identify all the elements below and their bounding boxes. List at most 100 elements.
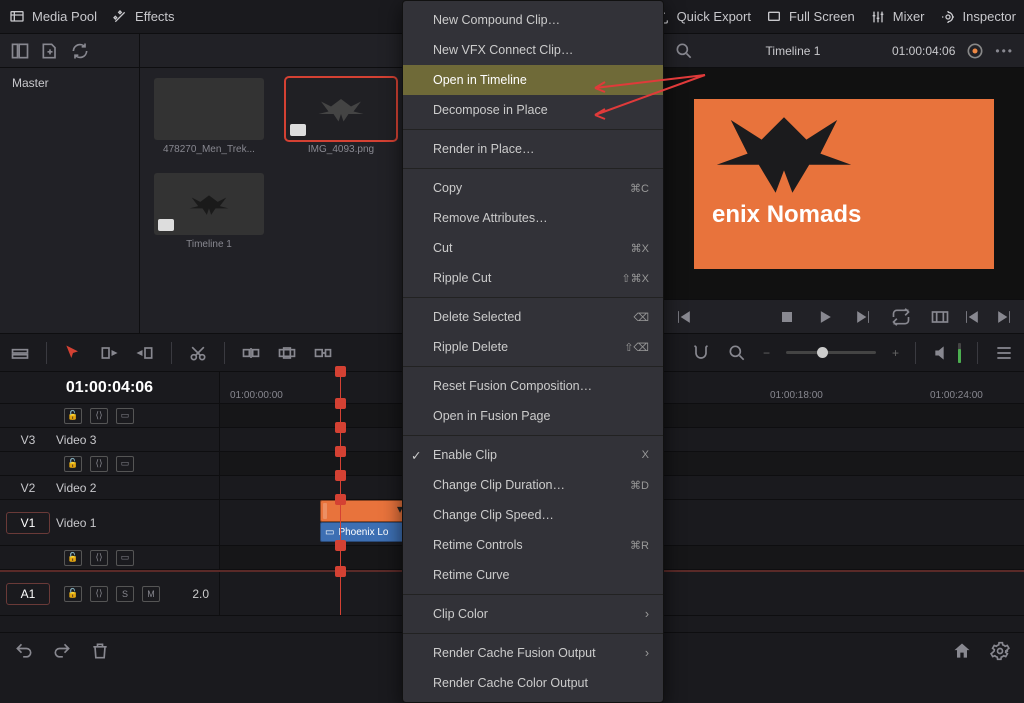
timeline-menu-icon[interactable]: [994, 343, 1014, 363]
speaker-icon: [932, 343, 952, 363]
track-index[interactable]: V3: [0, 428, 56, 451]
viewer-search-icon[interactable]: [674, 41, 694, 61]
bin-sidebar: Master: [0, 34, 140, 333]
clip-thumb[interactable]: IMG_4093.png: [286, 78, 396, 155]
track-index[interactable]: V1: [6, 512, 50, 534]
selection-tool-icon[interactable]: [63, 343, 83, 363]
menu-render-cache-color[interactable]: Render Cache Color Output: [403, 668, 663, 698]
track-name[interactable]: Video 3: [56, 433, 219, 447]
track-name[interactable]: Video 2: [56, 481, 219, 495]
menu-render-cache-fusion[interactable]: Render Cache Fusion Output›: [403, 638, 663, 668]
menu-ripple-cut[interactable]: Ripple Cut⇧⌘X: [403, 263, 663, 293]
menu-open-timeline[interactable]: Open in Timeline: [403, 65, 663, 95]
timeline-viewer: Timeline 1 01:00:04:06 ••• enix Nomads: [664, 34, 1024, 333]
menu-decompose[interactable]: Decompose in Place: [403, 95, 663, 125]
menu-open-fusion[interactable]: Open in Fusion Page: [403, 401, 663, 431]
menu-delete-selected[interactable]: Delete Selected⌫: [403, 302, 663, 332]
menu-retime-controls[interactable]: Retime Controls⌘R: [403, 530, 663, 560]
mute-button[interactable]: M: [142, 586, 160, 602]
stop-icon[interactable]: [777, 307, 797, 327]
inspector-icon: [939, 8, 957, 26]
prev-clip-icon[interactable]: [674, 307, 694, 327]
auto-select-icon[interactable]: ⟨⟩: [90, 408, 108, 424]
full-screen-button[interactable]: Full Screen: [765, 8, 855, 26]
inspector-toggle[interactable]: Inspector: [939, 8, 1016, 26]
auto-select-icon[interactable]: ⟨⟩: [90, 456, 108, 472]
mixer-toggle[interactable]: Mixer: [869, 8, 925, 26]
bin-master[interactable]: Master: [0, 68, 139, 98]
track-visible-icon[interactable]: ▭: [116, 408, 134, 424]
match-frame-icon[interactable]: [930, 307, 950, 327]
wand-icon: [111, 8, 129, 26]
timeline-current-tc[interactable]: 01:00:04:06: [0, 372, 220, 403]
home-icon[interactable]: [952, 641, 972, 661]
viewer-more-icon[interactable]: •••: [995, 44, 1014, 58]
sidebar-layout-icon[interactable]: [10, 41, 30, 61]
menu-retime-curve[interactable]: Retime Curve: [403, 560, 663, 590]
audio-level[interactable]: 2.0: [192, 587, 219, 601]
fullscreen-icon: [765, 8, 783, 26]
solo-button[interactable]: S: [116, 586, 134, 602]
mark-out-icon[interactable]: [994, 307, 1014, 327]
menu-change-duration[interactable]: Change Clip Duration…⌘D: [403, 470, 663, 500]
menu-render-in-place[interactable]: Render in Place…: [403, 134, 663, 164]
transport-bar: [664, 299, 1024, 333]
track-name[interactable]: Video 1: [56, 516, 219, 530]
media-pool-label: Media Pool: [32, 9, 97, 24]
menu-remove-attrs[interactable]: Remove Attributes…: [403, 203, 663, 233]
menu-copy[interactable]: Copy⌘C: [403, 173, 663, 203]
trash-icon[interactable]: [90, 641, 110, 661]
mark-in-icon[interactable]: [962, 307, 982, 327]
undo-icon[interactable]: [14, 641, 34, 661]
gear-icon[interactable]: [990, 641, 1010, 661]
menu-new-compound[interactable]: New Compound Clip…: [403, 5, 663, 35]
lock-icon[interactable]: 🔓: [64, 550, 82, 566]
next-clip-icon[interactable]: [853, 307, 873, 327]
menu-enable-clip[interactable]: ✓Enable ClipX: [403, 440, 663, 470]
loop-icon[interactable]: [891, 307, 911, 327]
snap-icon[interactable]: [691, 343, 711, 363]
timeline-clip[interactable]: ▭Phoenix Lo: [320, 500, 410, 545]
blade-tool-icon[interactable]: [188, 343, 208, 363]
track-index[interactable]: V2: [0, 476, 56, 499]
lock-icon[interactable]: 🔓: [64, 586, 82, 602]
effects-label: Effects: [135, 9, 175, 24]
quick-export-button[interactable]: Quick Export: [653, 8, 751, 26]
effects-toggle[interactable]: Effects: [111, 8, 175, 26]
track-visible-icon[interactable]: ▭: [116, 550, 134, 566]
color-wheel-icon[interactable]: [965, 41, 985, 61]
viewer-overlay-text: enix Nomads: [712, 201, 861, 229]
clip-thumb[interactable]: 478270_Men_Trek...: [154, 78, 264, 155]
overwrite-icon[interactable]: [277, 343, 297, 363]
menu-clip-color[interactable]: Clip Color›: [403, 599, 663, 629]
media-pool-icon: [8, 8, 26, 26]
lock-icon[interactable]: 🔓: [64, 456, 82, 472]
auto-select-icon[interactable]: ⟨⟩: [90, 586, 108, 602]
auto-select-icon[interactable]: ⟨⟩: [90, 550, 108, 566]
viewer-title: Timeline 1: [704, 44, 882, 58]
import-media-icon[interactable]: [40, 41, 60, 61]
mixer-icon: [869, 8, 887, 26]
replace-icon[interactable]: [313, 343, 333, 363]
viewer-timecode[interactable]: 01:00:04:06: [892, 44, 955, 58]
insert-icon[interactable]: [241, 343, 261, 363]
menu-reset-fusion[interactable]: Reset Fusion Composition…: [403, 371, 663, 401]
track-index[interactable]: A1: [6, 583, 50, 605]
zoom-slider[interactable]: [786, 351, 876, 354]
sync-icon[interactable]: [70, 41, 90, 61]
media-pool-toggle[interactable]: Media Pool: [8, 8, 97, 26]
trim-end-icon[interactable]: [135, 343, 155, 363]
volume-meter[interactable]: [932, 343, 961, 363]
track-visible-icon[interactable]: ▭: [116, 456, 134, 472]
menu-cut[interactable]: Cut⌘X: [403, 233, 663, 263]
clip-thumb[interactable]: Timeline 1: [154, 173, 264, 250]
menu-ripple-delete[interactable]: Ripple Delete⇧⌫: [403, 332, 663, 362]
lock-icon[interactable]: 🔓: [64, 408, 82, 424]
trim-start-icon[interactable]: [99, 343, 119, 363]
timeline-view-icon[interactable]: [10, 343, 30, 363]
redo-icon[interactable]: [52, 641, 72, 661]
menu-new-vfx[interactable]: New VFX Connect Clip…: [403, 35, 663, 65]
play-icon[interactable]: [815, 307, 835, 327]
link-icon[interactable]: [727, 343, 747, 363]
menu-change-speed[interactable]: Change Clip Speed…: [403, 500, 663, 530]
